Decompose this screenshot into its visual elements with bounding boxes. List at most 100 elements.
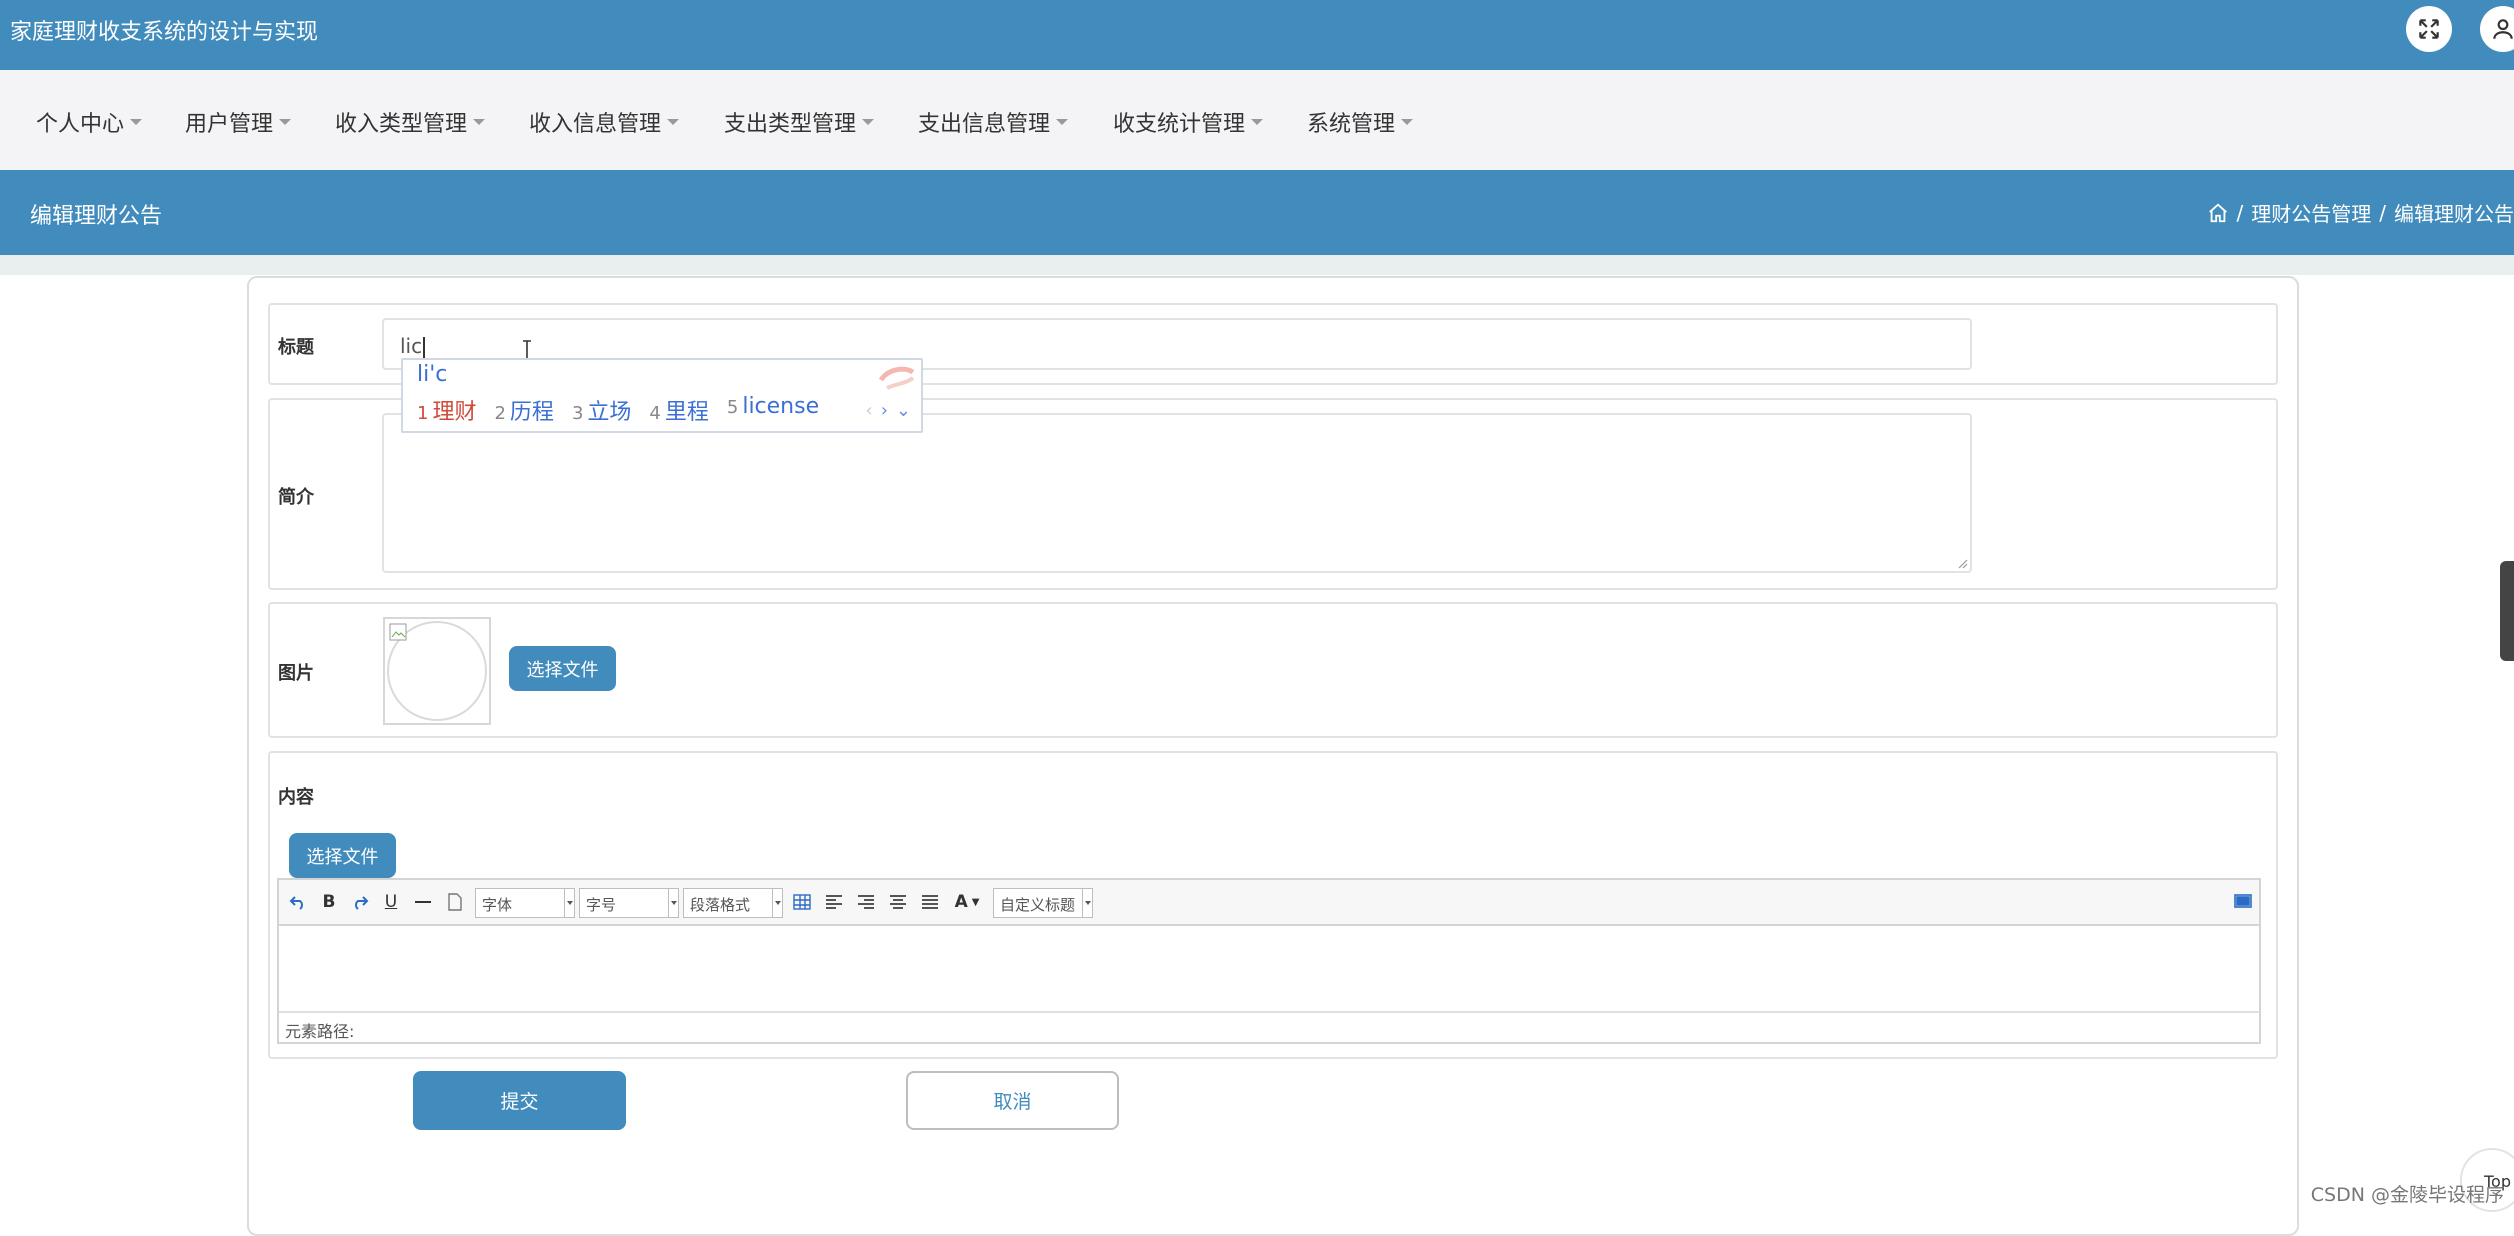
editor-element-path: 元素路径: bbox=[279, 1011, 2259, 1042]
horizontal-rule-icon[interactable] bbox=[413, 890, 433, 914]
intro-textarea[interactable] bbox=[382, 413, 1972, 573]
nav-item-label: 用户管理 bbox=[185, 112, 273, 137]
caret-down-icon bbox=[1401, 119, 1413, 125]
nav-item-expense-info[interactable]: 支出信息管理 bbox=[918, 106, 1068, 138]
app-title: 家庭理财收支系统的设计与实现 bbox=[10, 14, 318, 46]
chevron-down-icon[interactable]: ⌄ bbox=[896, 400, 911, 421]
font-size-select-value: 字号 bbox=[586, 896, 616, 914]
ime-candidate-list: 1理财 2历程 3立场 4里程 5license bbox=[417, 394, 819, 426]
editor-content-area[interactable] bbox=[279, 926, 2259, 1011]
fullscreen-button[interactable] bbox=[2406, 6, 2452, 52]
page-icon[interactable] bbox=[445, 890, 465, 914]
nav-item-expense-type[interactable]: 支出类型管理 bbox=[724, 106, 874, 138]
caret-down-icon bbox=[473, 119, 485, 125]
fullscreen-editor-icon[interactable] bbox=[2233, 890, 2253, 914]
breadcrumb-separator: / bbox=[2379, 201, 2386, 225]
ime-composition: li'c bbox=[417, 362, 447, 387]
nav-item-income-info[interactable]: 收入信息管理 bbox=[529, 106, 679, 138]
main-nav: 个人中心 用户管理 收入类型管理 收入信息管理 支出类型管理 支出信息管理 收支… bbox=[0, 70, 2514, 170]
font-color-button[interactable]: A▼ bbox=[951, 890, 983, 914]
bold-button[interactable]: B bbox=[319, 890, 339, 914]
dropdown-arrow-icon bbox=[668, 889, 678, 917]
watermark: CSDN @金陵毕设程序 bbox=[2311, 1180, 2504, 1207]
user-icon bbox=[2490, 16, 2514, 42]
custom-title-select-value: 自定义标题 bbox=[1000, 896, 1075, 914]
rich-text-editor: B U 字体 字号 段落格式 A▼ 自定义标题 bbox=[277, 878, 2261, 1044]
ime-candidate[interactable]: 2历程 bbox=[494, 394, 553, 426]
title-input-value: lic bbox=[400, 334, 422, 358]
custom-title-select[interactable]: 自定义标题 bbox=[993, 888, 1093, 918]
nav-item-label: 系统管理 bbox=[1307, 112, 1395, 137]
ime-candidate-number: 2 bbox=[494, 403, 505, 424]
align-left-icon[interactable] bbox=[823, 890, 845, 914]
redo-icon[interactable] bbox=[349, 890, 371, 914]
nav-item-label: 个人中心 bbox=[36, 112, 124, 137]
caret-down-icon bbox=[1251, 119, 1263, 125]
align-justify-icon[interactable] bbox=[919, 890, 941, 914]
intro-label: 简介 bbox=[278, 483, 314, 509]
ime-candidate-number: 1 bbox=[417, 403, 428, 424]
dropdown-arrow-icon bbox=[1082, 889, 1092, 917]
nav-item-income-type[interactable]: 收入类型管理 bbox=[335, 106, 485, 138]
underline-button[interactable]: U bbox=[381, 890, 401, 914]
align-right-icon[interactable] bbox=[855, 890, 877, 914]
chevron-left-icon[interactable]: ‹ bbox=[866, 400, 873, 421]
image-preview bbox=[383, 617, 491, 725]
content-label: 内容 bbox=[278, 783, 314, 809]
ime-candidate[interactable]: 1理财 bbox=[417, 394, 476, 426]
breadcrumb: / 理财公告管理 / 编辑理财公告 bbox=[2207, 198, 2514, 227]
dropdown-arrow-icon bbox=[564, 889, 574, 917]
page-title: 编辑理财公告 bbox=[30, 198, 162, 230]
top-bar: 家庭理财收支系统的设计与实现 bbox=[0, 0, 2514, 70]
font-family-select[interactable]: 字体 bbox=[475, 888, 575, 918]
nav-item-label: 支出信息管理 bbox=[918, 112, 1050, 137]
paragraph-format-select-value: 段落格式 bbox=[690, 896, 750, 914]
content-choose-file-button[interactable]: 选择文件 bbox=[289, 833, 396, 878]
dropdown-arrow-icon bbox=[772, 889, 782, 917]
ime-candidate-number: 5 bbox=[727, 397, 738, 418]
cancel-button[interactable]: 取消 bbox=[906, 1071, 1119, 1130]
chevron-right-icon[interactable]: › bbox=[881, 400, 888, 421]
ime-candidate-word: 理财 bbox=[432, 400, 476, 425]
font-color-label: A bbox=[955, 892, 968, 912]
ime-candidate[interactable]: 4里程 bbox=[649, 394, 708, 426]
ime-candidate[interactable]: 5license bbox=[727, 394, 819, 426]
nav-item-system[interactable]: 系统管理 bbox=[1307, 106, 1413, 138]
nav-item-statistics[interactable]: 收支统计管理 bbox=[1113, 106, 1263, 138]
ime-candidate-number: 3 bbox=[572, 403, 583, 424]
breadcrumb-separator: / bbox=[2237, 201, 2244, 225]
ime-candidate-number: 4 bbox=[649, 403, 660, 424]
image-choose-file-button[interactable]: 选择文件 bbox=[509, 646, 616, 691]
nav-item-label: 收入类型管理 bbox=[335, 112, 467, 137]
nav-item-personal-center[interactable]: 个人中心 bbox=[36, 106, 142, 138]
ime-candidate-word: 里程 bbox=[665, 400, 709, 425]
caret-down-icon bbox=[130, 119, 142, 125]
table-icon[interactable] bbox=[791, 890, 813, 914]
align-center-icon[interactable] bbox=[887, 890, 909, 914]
breadcrumb-item-current: 编辑理财公告 bbox=[2394, 198, 2514, 227]
home-icon[interactable] bbox=[2207, 202, 2229, 224]
text-caret bbox=[423, 337, 425, 359]
caret-down-icon: ▼ bbox=[972, 897, 980, 908]
resize-handle-icon[interactable] bbox=[1956, 557, 1968, 569]
submit-button[interactable]: 提交 bbox=[413, 1071, 626, 1130]
nav-item-user-management[interactable]: 用户管理 bbox=[185, 106, 291, 138]
font-size-select[interactable]: 字号 bbox=[579, 888, 679, 918]
user-menu-button[interactable] bbox=[2480, 6, 2514, 52]
font-family-select-value: 字体 bbox=[482, 896, 512, 914]
breadcrumb-item[interactable]: 理财公告管理 bbox=[2251, 198, 2371, 227]
paragraph-format-select[interactable]: 段落格式 bbox=[683, 888, 783, 918]
side-scroll-handle[interactable] bbox=[2500, 561, 2514, 661]
header-divider bbox=[0, 255, 2514, 275]
nav-item-label: 收入信息管理 bbox=[529, 112, 661, 137]
nav-item-label: 收支统计管理 bbox=[1113, 112, 1245, 137]
caret-down-icon bbox=[279, 119, 291, 125]
undo-icon[interactable] bbox=[287, 890, 309, 914]
ime-candidate-word: license bbox=[742, 394, 819, 419]
image-label: 图片 bbox=[278, 659, 314, 685]
broken-image-icon bbox=[389, 623, 409, 643]
ime-page-controls: ‹ › ⌄ bbox=[866, 400, 912, 421]
ime-candidate[interactable]: 3立场 bbox=[572, 394, 631, 426]
ime-candidate-word: 历程 bbox=[510, 400, 554, 425]
caret-down-icon bbox=[667, 119, 679, 125]
